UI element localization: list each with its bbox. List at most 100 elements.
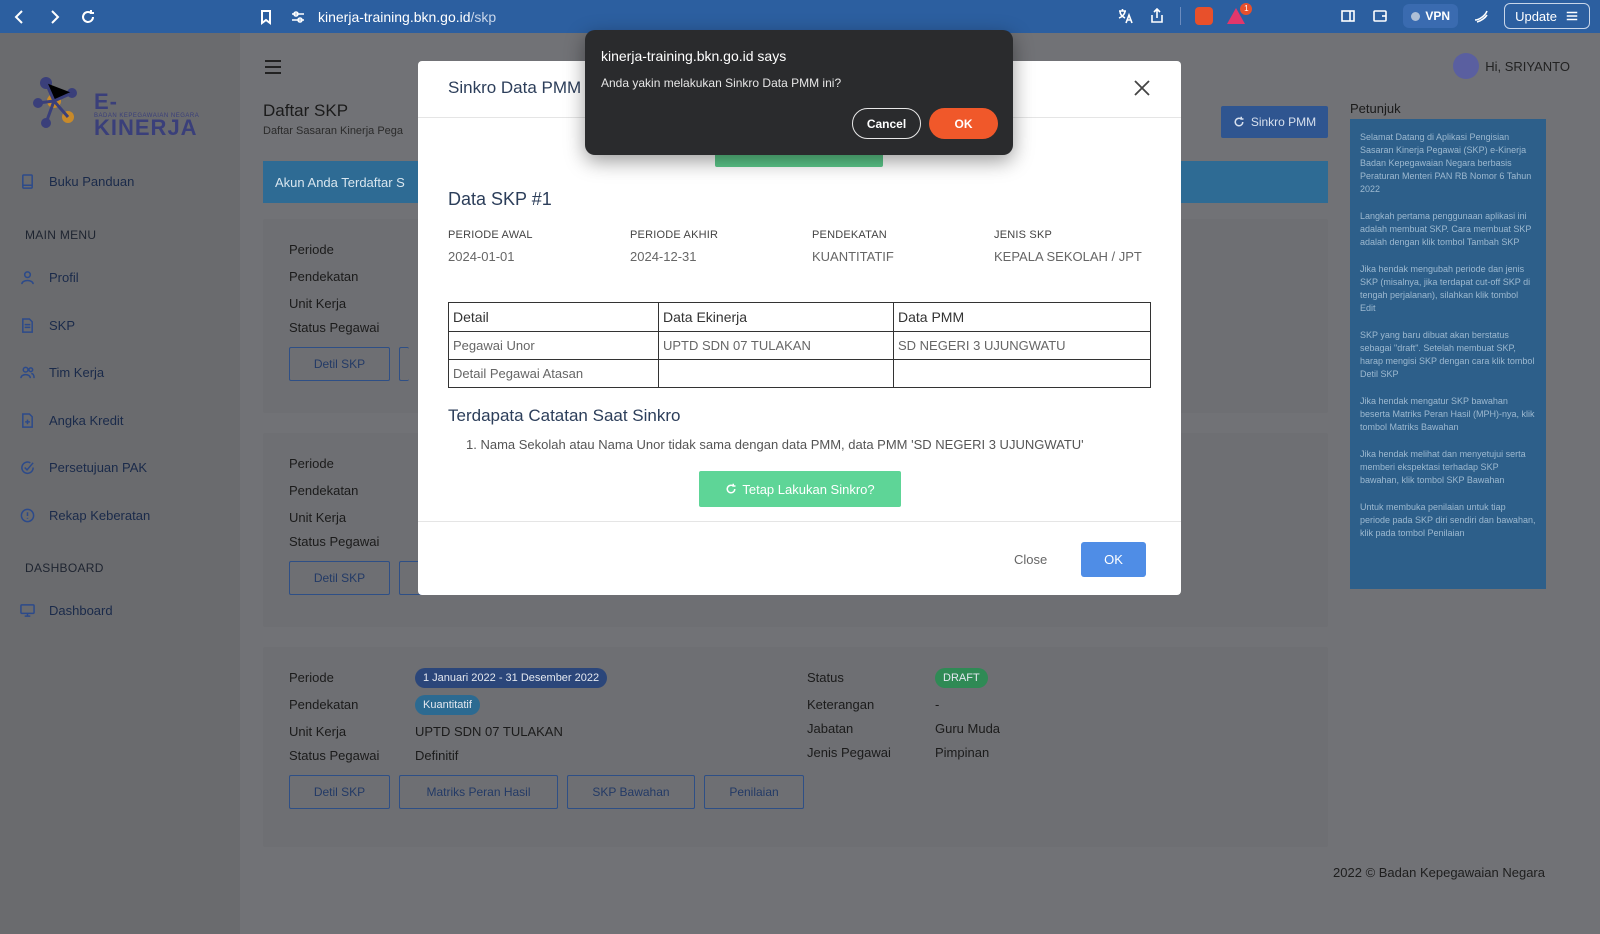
pendekatan-label: Pendekatan	[289, 269, 359, 284]
meta-value: 2024-01-01	[448, 249, 515, 264]
sidebar-item-dashboard[interactable]: Dashboard	[20, 603, 113, 618]
menu-icon	[1566, 11, 1578, 21]
meta-key: PENDEKATAN	[812, 229, 887, 241]
periode-badge: 1 Januari 2022 - 31 Desember 2022	[415, 668, 608, 688]
sidebar-item-label: Buku Panduan	[49, 174, 135, 189]
table-cell	[893, 359, 1151, 388]
user-menu[interactable]: Hi, SRIYANTO	[1453, 53, 1570, 79]
tetap-sinkro-button[interactable]: Tetap Lakukan Sinkro?	[699, 471, 901, 507]
sidebar-item-label: Angka Kredit	[49, 413, 124, 428]
close-button[interactable]: Close	[1014, 552, 1047, 567]
table-cell: SD NEGERI 3 UJUNGWATU	[893, 331, 1151, 360]
brave-shield-icon[interactable]	[1195, 7, 1214, 25]
petunjuk-paragraph: Langkah pertama penggunaan aplikasi ini …	[1360, 211, 1532, 247]
table-cell: Pegawai Unor	[448, 331, 659, 360]
sidebar-item-label: Tim Kerja	[49, 365, 105, 380]
penilaian-button[interactable]: Penilaian	[704, 775, 804, 809]
bookmark-icon[interactable]	[252, 3, 280, 31]
avatar	[1453, 53, 1480, 79]
meta-jenis-skp: JENIS SKP KEPALA SEKOLAH / JPT	[994, 229, 1142, 264]
dialog-ok-button[interactable]: OK	[929, 108, 998, 139]
unit-kerja-label: Unit Kerja	[289, 296, 347, 311]
brave-rewards-icon[interactable]: 1	[1227, 3, 1253, 24]
footer-copyright: 2022 © Badan Kepegawaian Negara	[1333, 865, 1545, 880]
jabatan-value: Guru Muda	[935, 721, 1001, 736]
vpn-status-icon	[1411, 11, 1421, 21]
detil-skp-button[interactable]: Detil SKP	[289, 347, 390, 381]
matriks-peran-hasil-button[interactable]: Matriks Peran Hasil	[399, 775, 558, 809]
sinkro-pmm-button[interactable]: Sinkro PMM	[1221, 106, 1328, 138]
wallet-icon[interactable]	[1371, 7, 1389, 25]
check-circle-icon	[21, 461, 34, 474]
leo-ai-icon[interactable]	[1472, 7, 1490, 25]
translate-icon[interactable]	[1116, 7, 1134, 25]
address-bar[interactable]: kinerja-training.bkn.go.id/skp	[290, 9, 496, 25]
petunjuk-panel: Selamat Datang di Aplikasi Pengisian Sas…	[1350, 119, 1546, 589]
meta-value: KEPALA SEKOLAH / JPT	[994, 249, 1142, 264]
skp-card: Periode 1 Januari 2022 - 31 Desember 202…	[263, 647, 1328, 847]
comparison-table: Detail Data Ekinerja Data PMM Pegawai Un…	[448, 302, 1151, 388]
meta-key: PERIODE AWAL	[448, 229, 533, 241]
sidebar-item-persetujuan-pak[interactable]: Persetujuan PAK	[20, 460, 147, 475]
users-icon	[20, 366, 35, 379]
status-badge: DRAFT	[935, 668, 988, 688]
tetap-sinkro-label: Tetap Lakukan Sinkro?	[742, 481, 875, 497]
unit-kerja-label: Unit Kerja	[289, 724, 347, 739]
dialog-title: kinerja-training.bkn.go.id says	[601, 48, 787, 64]
keterangan-label: Keterangan	[807, 697, 875, 712]
back-icon[interactable]	[6, 3, 34, 31]
status-pegawai-value: Definitif	[415, 748, 459, 763]
toolbar-divider	[1180, 7, 1182, 25]
table-row: Detail Pegawai Atasan	[448, 359, 1151, 388]
forward-icon[interactable]	[40, 3, 68, 31]
unit-kerja-label: Unit Kerja	[289, 510, 347, 525]
vpn-button[interactable]: VPN	[1403, 4, 1459, 28]
meta-pendekatan: PENDEKATAN KUANTITATIF	[812, 229, 894, 264]
main-menu-heading: MAIN MENU	[25, 228, 97, 242]
pendekatan-label: Pendekatan	[289, 483, 359, 498]
sidebar-item-angka-kredit[interactable]: Angka Kredit	[20, 413, 123, 428]
modal-title: Sinkro Data PMM	[448, 78, 582, 97]
page-title: Daftar SKP	[263, 101, 349, 120]
matriks-peran-hasil-button[interactable]	[399, 347, 409, 381]
meta-value: KUANTITATIF	[812, 249, 894, 264]
sidebar-item-label: Dashboard	[49, 603, 113, 618]
keterangan-value: -	[935, 697, 940, 712]
sync-icon	[1234, 116, 1244, 127]
dialog-cancel-button[interactable]: Cancel	[852, 108, 921, 139]
status-label: Status	[807, 670, 844, 685]
sidebar-item-profil[interactable]: Profil	[20, 270, 79, 285]
petunjuk-paragraph: Jika hendak mengubah periode dan jenis S…	[1360, 264, 1531, 313]
sidebar-icon[interactable]	[1339, 7, 1357, 25]
petunjuk-paragraph: Jika hendak mengatur SKP bawahan beserta…	[1360, 396, 1535, 432]
note-title: Terdapata Catatan Saat Sinkro	[448, 406, 681, 425]
share-icon[interactable]	[1148, 7, 1166, 25]
jenis-pegawai-label: Jenis Pegawai	[807, 745, 891, 760]
pendekatan-label: Pendekatan	[289, 697, 359, 712]
sidebar-item-tim-kerja[interactable]: Tim Kerja	[20, 365, 104, 380]
meta-periode-awal: PERIODE AWAL 2024-01-01	[448, 229, 533, 264]
e-kinerja-logo[interactable]: E-KINERJA BADAN KEPEGAWAIAN NEGARA	[32, 73, 212, 140]
petunjuk-heading: Petunjuk	[1350, 101, 1401, 116]
sidebar-item-buku-panduan[interactable]: Buku Panduan	[20, 174, 134, 189]
detil-skp-button[interactable]: Detil SKP	[289, 775, 390, 809]
reload-icon[interactable]	[74, 3, 102, 31]
close-icon[interactable]	[1133, 79, 1151, 97]
detil-skp-button[interactable]: Detil SKP	[289, 561, 390, 595]
petunjuk-paragraph: SKP yang baru dibuat akan berstatus seba…	[1360, 330, 1535, 379]
meta-key: JENIS SKP	[994, 229, 1053, 241]
logo-mark-icon	[33, 77, 77, 128]
user-icon	[21, 271, 34, 285]
logo-subtitle: BADAN KEPEGAWAIAN NEGARA	[94, 113, 200, 119]
skp-bawahan-button[interactable]: SKP Bawahan	[567, 775, 695, 809]
table-cell: Detail Pegawai Atasan	[448, 359, 659, 388]
hamburger-menu-icon[interactable]	[265, 60, 281, 78]
update-button[interactable]: Update	[1504, 3, 1590, 29]
sidebar-item-skp[interactable]: SKP	[20, 318, 75, 333]
site-settings-icon[interactable]	[290, 9, 306, 25]
petunjuk-paragraph: Selamat Datang di Aplikasi Pengisian Sas…	[1360, 132, 1532, 194]
browser-toolbar: kinerja-training.bkn.go.id/skp 1 VPN Upd…	[0, 0, 1600, 33]
sidebar-item-rekap-keberatan[interactable]: Rekap Keberatan	[20, 508, 150, 523]
ok-button[interactable]: OK	[1081, 542, 1146, 577]
sinkro-pmm-label: Sinkro PMM	[1250, 115, 1317, 129]
